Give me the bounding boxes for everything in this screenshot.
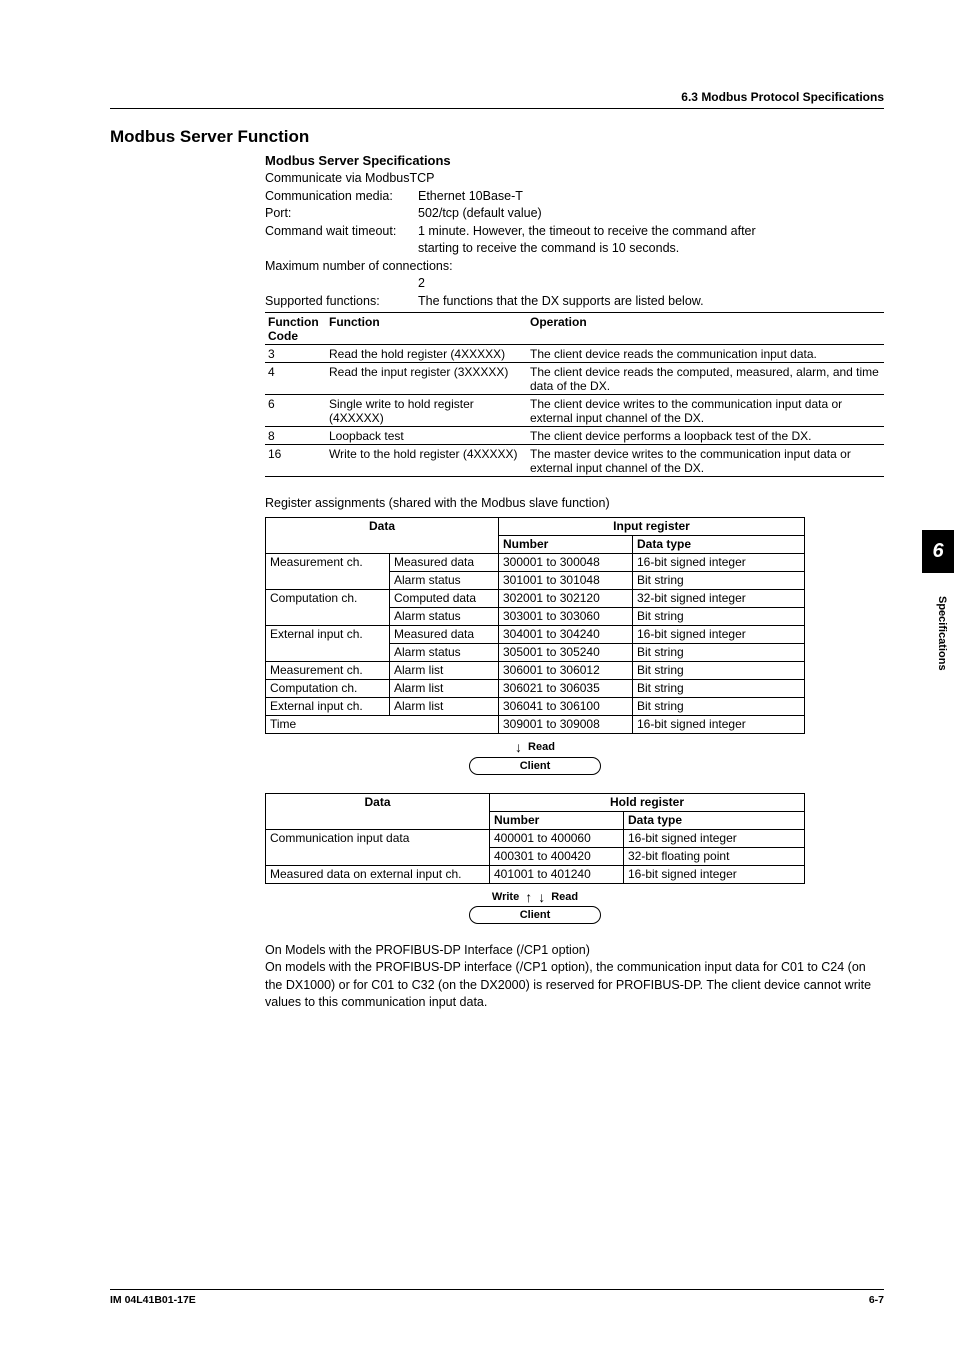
reg-assign-text: Register assignments (shared with the Mo… — [265, 495, 884, 513]
supported-label: Supported functions: — [265, 293, 418, 311]
hold-th-data: Data — [266, 793, 490, 829]
read-label: Read — [528, 741, 555, 753]
reg-th-type: Data type — [633, 535, 805, 553]
write-label: Write — [492, 891, 519, 903]
hold-register-table: Data Hold register Number Data type Comm… — [265, 793, 805, 884]
client-bubble: Client — [469, 757, 601, 775]
reg-th-data: Data — [266, 517, 499, 553]
chapter-tab: 6 — [922, 530, 954, 573]
function-table: Function Code Function Operation 3 Read … — [265, 312, 884, 477]
arrow-down-icon: ↓ — [538, 890, 545, 904]
cmd-wait-value2: starting to receive the command is 10 se… — [418, 240, 884, 258]
input-register-table: Data Input register Number Data type Mea… — [265, 517, 805, 734]
table-row: Measured data on external input ch. 4010… — [266, 865, 805, 883]
chapter-number: 6 — [922, 540, 954, 563]
arrow-down-icon: ↓ — [515, 740, 522, 754]
port-value: 502/tcp (default value) — [418, 205, 884, 223]
cmd-wait-label: Command wait timeout: — [265, 223, 418, 241]
table-row: 6 Single write to hold register (4XXXXX)… — [265, 395, 884, 427]
func-th-code: Function Code — [265, 313, 326, 345]
comm-media-label: Communication media: — [265, 188, 418, 206]
table-row: Measurement ch. Measured data 300001 to … — [266, 553, 805, 571]
profibus-heading: On Models with the PROFIBUS-DP Interface… — [265, 942, 884, 960]
table-row: 8 Loopback test The client device perfor… — [265, 427, 884, 445]
footer-right: 6-7 — [869, 1294, 884, 1306]
profibus-body: On models with the PROFIBUS-DP interface… — [265, 959, 884, 1012]
table-row: Computation ch. Computed data 302001 to … — [266, 589, 805, 607]
port-label: Port: — [265, 205, 418, 223]
hold-th-type: Data type — [624, 811, 805, 829]
table-row: Computation ch. Alarm list 306021 to 306… — [266, 679, 805, 697]
table-row: Time 309001 to 309008 16-bit signed inte… — [266, 715, 805, 733]
table-row: Communication input data 400001 to 40006… — [266, 829, 805, 847]
table-row: Measurement ch. Alarm list 306001 to 306… — [266, 661, 805, 679]
read-arrow-diagram: ↓ Read — [265, 740, 805, 755]
write-read-arrow-diagram: Write ↑ ↓ Read — [265, 890, 805, 904]
table-row: External input ch. Alarm list 306041 to … — [266, 697, 805, 715]
comm-media-value: Ethernet 10Base-T — [418, 188, 884, 206]
chapter-label: Specifications — [936, 596, 948, 671]
read-label: Read — [551, 891, 578, 903]
supported-value: The functions that the DX supports are l… — [418, 293, 884, 311]
max-conn-label: Maximum number of connections: — [265, 258, 884, 276]
hold-th-hold: Hold register — [490, 793, 805, 811]
footer-left: IM 04L41B01-17E — [110, 1294, 196, 1306]
main-heading: Modbus Server Function — [110, 127, 884, 147]
table-row: External input ch. Measured data 304001 … — [266, 625, 805, 643]
section-header: 6.3 Modbus Protocol Specifications — [110, 90, 884, 109]
table-row: 4 Read the input register (3XXXXX) The c… — [265, 363, 884, 395]
intro-text: Communicate via ModbusTCP — [265, 170, 884, 188]
reg-th-input: Input register — [499, 517, 805, 535]
max-conn-value: 2 — [418, 275, 884, 293]
client-bubble: Client — [469, 906, 601, 924]
hold-th-number: Number — [490, 811, 624, 829]
page-footer: IM 04L41B01-17E 6-7 — [110, 1289, 884, 1306]
table-row: 16 Write to the hold register (4XXXXX) T… — [265, 445, 884, 477]
func-th-func: Function — [326, 313, 527, 345]
func-th-op: Operation — [527, 313, 884, 345]
arrow-up-icon: ↑ — [525, 890, 532, 904]
sub-heading: Modbus Server Specifications — [265, 153, 884, 168]
reg-th-number: Number — [499, 535, 633, 553]
cmd-wait-value1: 1 minute. However, the timeout to receiv… — [418, 223, 884, 241]
table-row: 3 Read the hold register (4XXXXX) The cl… — [265, 345, 884, 363]
